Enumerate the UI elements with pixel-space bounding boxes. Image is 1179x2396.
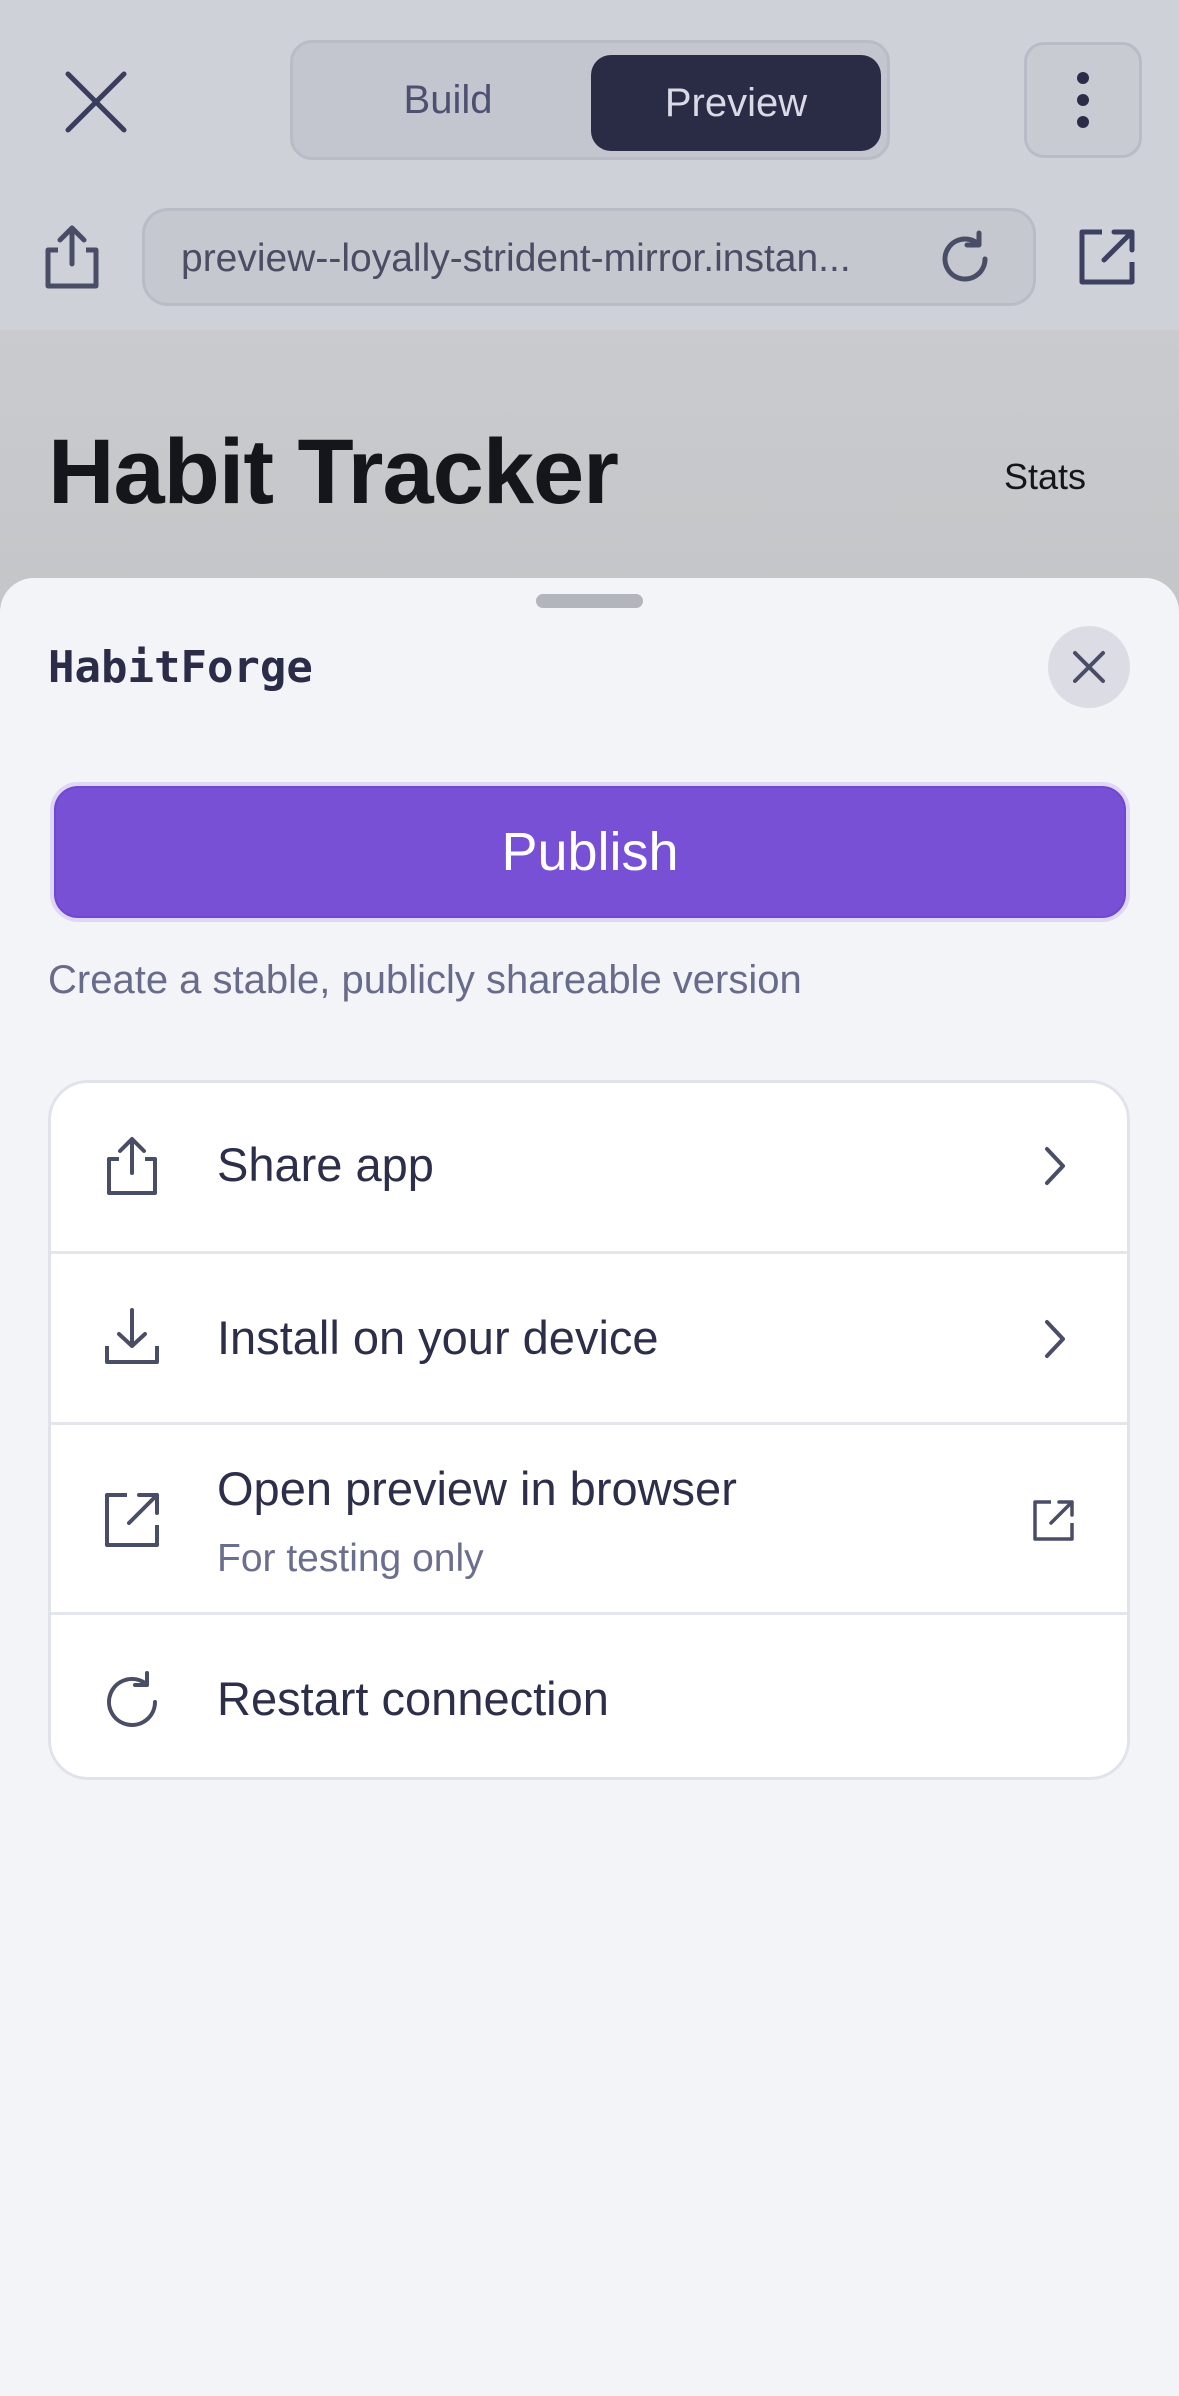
more-vertical-icon	[1077, 72, 1089, 128]
chevron-right-icon	[1045, 1147, 1065, 1185]
actions-list: Share app Install on your device Open pr…	[48, 1080, 1130, 1780]
publish-button[interactable]: Publish	[50, 782, 1130, 922]
sheet-close-button[interactable]	[1048, 626, 1130, 708]
close-icon[interactable]	[56, 62, 136, 142]
publish-subtitle: Create a stable, publicly shareable vers…	[48, 958, 802, 1002]
share-app-label: Share app	[217, 1138, 434, 1191]
reload-icon[interactable]	[935, 229, 995, 289]
mode-switcher: Build Preview	[290, 40, 890, 160]
open-preview-label: Open preview in browser	[217, 1462, 737, 1515]
tab-preview[interactable]: Preview	[591, 55, 881, 151]
action-sheet: HabitForge Publish Create a stable, publ…	[0, 578, 1179, 2396]
share-app-item[interactable]: Share app	[51, 1083, 1127, 1251]
external-link-icon[interactable]	[1074, 224, 1140, 290]
url-bar[interactable]: preview--loyally-strident-mirror.instan.…	[142, 208, 1036, 306]
restart-connection-item[interactable]: Restart connection	[51, 1612, 1127, 1777]
reload-icon	[107, 1671, 157, 1727]
sheet-handle[interactable]	[536, 594, 643, 608]
share-icon	[107, 1137, 157, 1195]
open-preview-item[interactable]: Open preview in browser For testing only	[51, 1422, 1127, 1612]
install-device-item[interactable]: Install on your device	[51, 1251, 1127, 1422]
close-icon	[1073, 651, 1105, 683]
tab-build[interactable]: Build	[313, 57, 583, 143]
open-preview-sublabel: For testing only	[217, 1537, 484, 1580]
restart-connection-label: Restart connection	[217, 1672, 609, 1725]
more-button[interactable]	[1024, 42, 1142, 158]
chevron-right-icon	[1045, 1320, 1065, 1358]
url-text: preview--loyally-strident-mirror.instan.…	[181, 237, 851, 280]
download-icon	[105, 1308, 159, 1364]
sheet-title: HabitForge	[48, 642, 313, 693]
screen: Build Preview preview--loyally-strident-…	[0, 0, 1179, 2396]
share-icon[interactable]	[40, 222, 104, 292]
external-link-icon	[1033, 1500, 1074, 1541]
stats-link[interactable]: Stats	[1004, 456, 1086, 498]
external-link-icon	[105, 1493, 159, 1547]
install-device-label: Install on your device	[217, 1311, 659, 1364]
app-title: Habit Tracker	[48, 421, 619, 523]
